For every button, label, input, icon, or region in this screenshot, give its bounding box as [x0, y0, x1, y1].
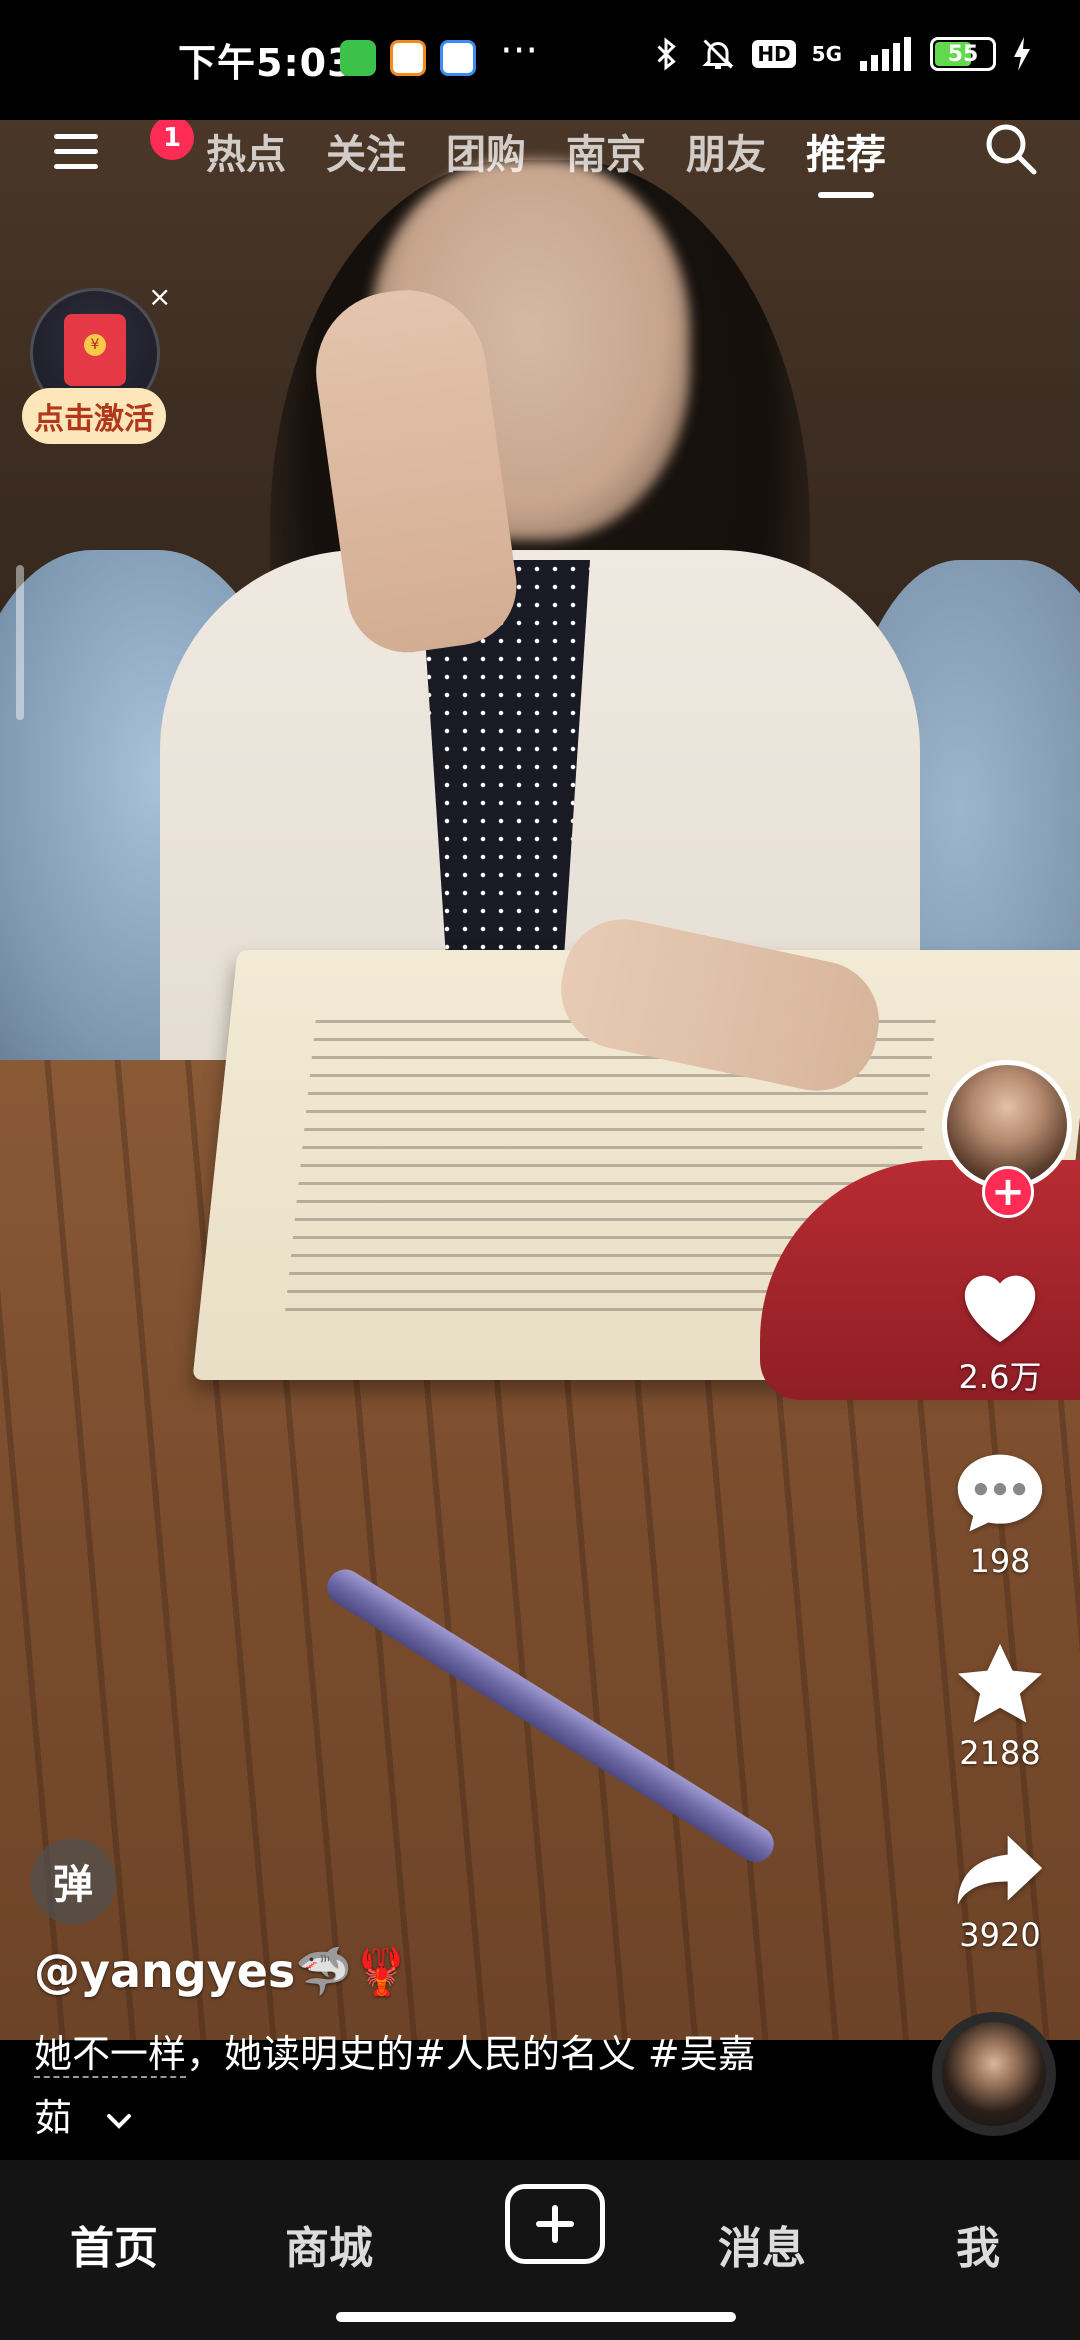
wechat-notification-icon	[340, 40, 376, 76]
red-packet-widget[interactable]: ¥ × 点击激活	[22, 280, 172, 452]
tab-mall[interactable]: 商城	[285, 2212, 373, 2276]
charging-icon	[1014, 37, 1030, 71]
comment-icon	[957, 1454, 1043, 1532]
more-notifications-icon: ···	[500, 28, 539, 74]
tab-following[interactable]: 关注	[326, 122, 406, 180]
danmu-toggle-button[interactable]: 弹	[30, 1838, 116, 1924]
menu-icon	[54, 134, 98, 139]
status-indicators: HD 5G 55	[648, 36, 1032, 72]
red-packet-close-icon[interactable]: ×	[148, 280, 171, 313]
menu-notification-badge: 1	[150, 116, 194, 160]
share-icon	[957, 1835, 1043, 1905]
star-icon	[957, 1643, 1043, 1723]
network-type: 5G	[811, 42, 842, 66]
bluetooth-icon	[657, 37, 677, 71]
feed-tabs: 热点 关注 团购 南京 朋友 推荐	[206, 122, 886, 198]
plus-icon	[536, 2205, 574, 2243]
tab-friends[interactable]: 朋友	[686, 122, 766, 180]
caption-hashtags[interactable]: ，她读明史的#人民的名义 #吴嘉	[186, 2032, 756, 2076]
home-indicator[interactable]	[336, 2312, 736, 2322]
like-button[interactable]: 2.6万	[920, 1260, 1080, 1398]
caption-continuation: 茹	[34, 2096, 73, 2140]
share-count: 3920	[959, 1916, 1041, 1954]
heart-icon	[964, 1275, 1036, 1343]
favorite-button[interactable]: 2188	[920, 1640, 1080, 1772]
favorite-count: 2188	[959, 1734, 1041, 1772]
baidu-app-icon	[440, 40, 476, 76]
search-icon[interactable]	[980, 118, 1040, 178]
bottom-tab-bar: 首页 商城 消息 我	[0, 2160, 1080, 2340]
red-packet-activate-label[interactable]: 点击激活	[22, 388, 166, 444]
status-bar: 下午5:03 ··· HD 5G 55	[0, 0, 1080, 120]
follow-plus-button[interactable]: +	[982, 1166, 1034, 1218]
tab-hot[interactable]: 热点	[206, 122, 286, 180]
top-navigation: 1 热点 关注 团购 南京 朋友 推荐	[0, 116, 1080, 198]
58-app-icon	[390, 40, 426, 76]
video-caption[interactable]: 她不一样，她读明史的#人民的名义 #吴嘉 茹	[34, 2022, 834, 2150]
tab-home[interactable]: 首页	[70, 2212, 158, 2276]
like-count: 2.6万	[958, 1358, 1042, 1396]
mute-bell-icon	[702, 39, 734, 69]
tab-messages[interactable]: 消息	[718, 2212, 806, 2276]
caption-link-text[interactable]: 她不一样	[34, 2032, 187, 2078]
comment-button[interactable]: 198	[920, 1450, 1080, 1580]
chevron-down-icon[interactable]	[104, 2111, 134, 2131]
tab-recommended[interactable]: 推荐	[806, 122, 886, 198]
tab-nanjing[interactable]: 南京	[566, 122, 646, 180]
share-button[interactable]: 3920	[920, 1830, 1080, 1954]
comment-count: 198	[969, 1542, 1031, 1580]
author-username[interactable]: @yangyes🦈🦞	[34, 1944, 410, 1999]
hd-badge: HD	[752, 40, 796, 68]
menu-button[interactable]: 1	[54, 116, 194, 178]
battery-level: 55	[947, 41, 979, 67]
tab-me[interactable]: 我	[956, 2212, 1000, 2276]
left-edge-handle[interactable]	[16, 565, 24, 720]
red-envelope-icon: ¥	[64, 314, 126, 386]
tab-group-buy[interactable]: 团购	[446, 122, 526, 180]
notification-app-icons	[340, 40, 476, 76]
status-time: 下午5:03	[178, 41, 355, 85]
music-disc[interactable]	[932, 2012, 1056, 2136]
create-button[interactable]	[505, 2184, 605, 2264]
battery-icon: 55	[930, 37, 996, 71]
signal-icon	[860, 37, 911, 71]
